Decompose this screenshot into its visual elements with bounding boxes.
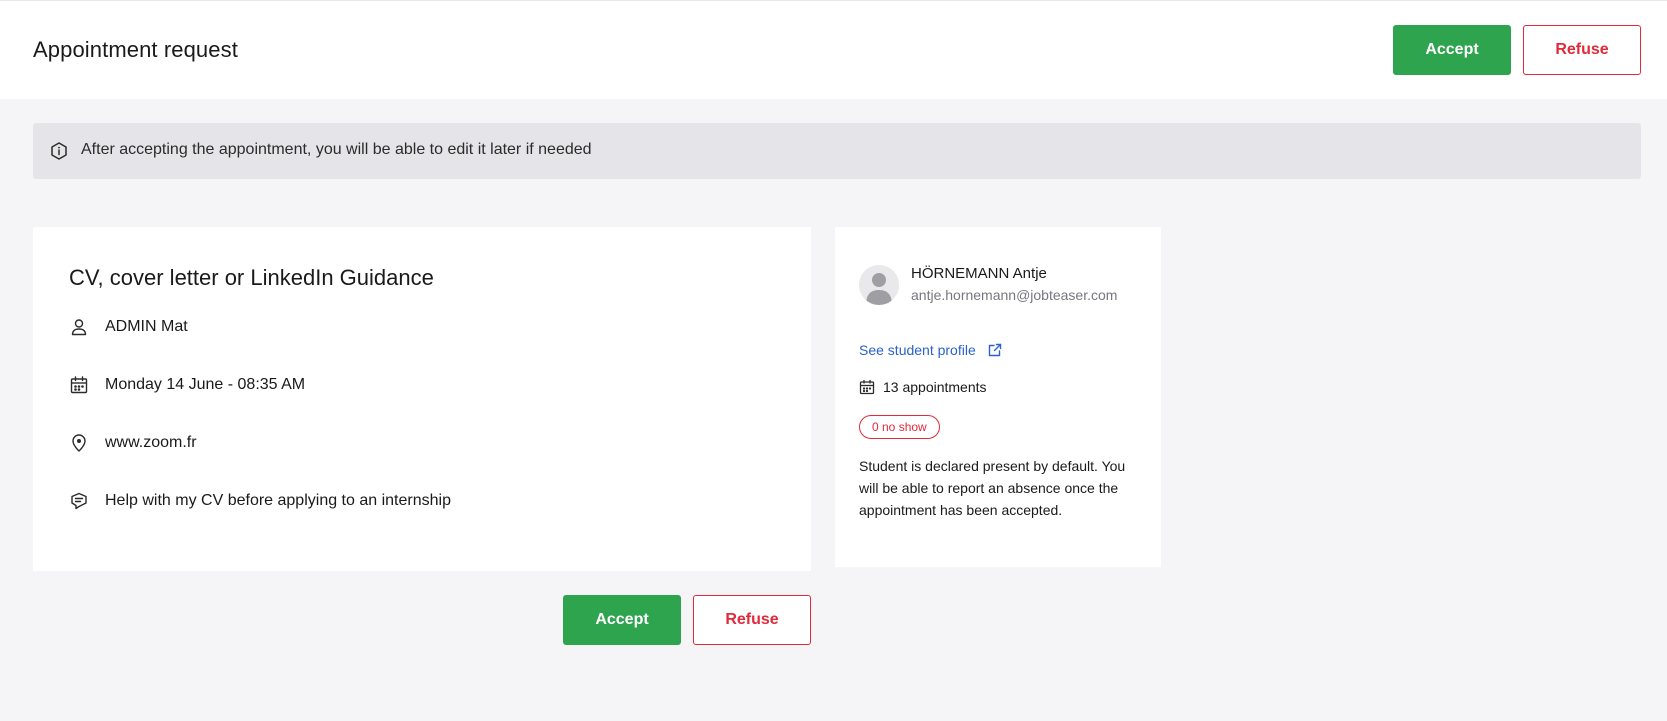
calendar-icon	[69, 375, 89, 395]
student-presence-note: Student is declared present by default. …	[859, 458, 1126, 518]
student-email: antje.hornemann@jobteaser.com	[911, 287, 1118, 303]
header-refuse-button[interactable]: Refuse	[1523, 25, 1641, 75]
refuse-button[interactable]: Refuse	[693, 595, 811, 645]
appointments-count: 13 appointments	[859, 379, 987, 395]
no-show-badge: 0 no show	[859, 415, 940, 439]
avatar	[859, 265, 899, 305]
appointment-location: www.zoom.fr	[105, 434, 197, 451]
info-icon	[49, 141, 69, 161]
info-banner-text: After accepting the appointment, you wil…	[81, 141, 592, 158]
appointment-title: CV, cover letter or LinkedIn Guidance	[69, 265, 434, 290]
appointment-advisor: ADMIN Mat	[105, 318, 188, 335]
see-student-profile-label: See student profile	[859, 342, 976, 358]
message-icon	[69, 491, 89, 511]
appointment-location-row: www.zoom.fr	[69, 431, 197, 455]
page-title: Appointment request	[33, 37, 238, 62]
calendar-icon	[859, 379, 875, 395]
page-header: Appointment request Accept Refuse	[0, 0, 1667, 99]
location-pin-icon	[69, 433, 89, 453]
appointment-advisor-row: ADMIN Mat	[69, 315, 188, 339]
header-accept-button[interactable]: Accept	[1393, 25, 1511, 75]
accept-button[interactable]: Accept	[563, 595, 681, 645]
appointment-date-row: Monday 14 June - 08:35 AM	[69, 373, 305, 397]
see-student-profile-link[interactable]: See student profile	[859, 342, 1002, 358]
appointment-date: Monday 14 June - 08:35 AM	[105, 376, 306, 393]
external-link-icon	[988, 343, 1002, 357]
info-banner: After accepting the appointment, you wil…	[33, 123, 1641, 179]
student-name: HÖRNEMANN Antje	[911, 265, 1047, 282]
appointment-message-row: Help with my CV before applying to an in…	[69, 489, 451, 513]
appointment-message: Help with my CV before applying to an in…	[105, 492, 451, 509]
appointments-count-label: 13 appointments	[883, 379, 987, 395]
avatar-placeholder-icon	[859, 265, 899, 305]
appointment-card: CV, cover letter or LinkedIn Guidance AD…	[33, 227, 811, 571]
student-card: HÖRNEMANN Antje antje.hornemann@jobtease…	[835, 227, 1161, 567]
person-icon	[69, 317, 89, 337]
